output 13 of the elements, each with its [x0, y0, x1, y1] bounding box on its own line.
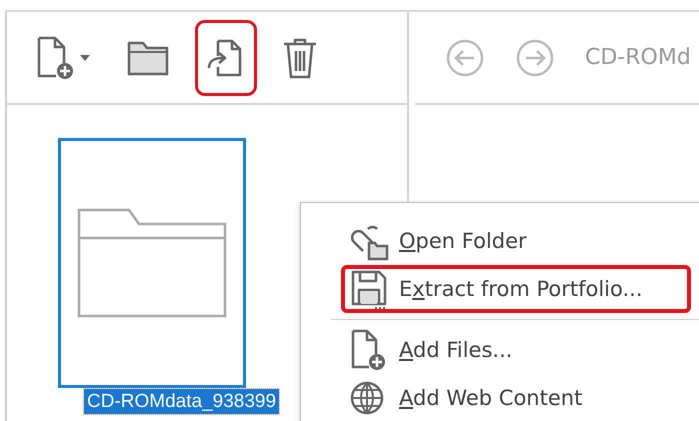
save-icon [349, 268, 389, 310]
highlighted-toolbar-button[interactable] [195, 20, 257, 96]
folder-icon [77, 208, 227, 318]
menu-item[interactable]: Open Folder [341, 217, 691, 265]
trash-icon [282, 36, 318, 78]
file-name-label[interactable]: CD-ROMdata_938399 [84, 389, 280, 414]
menu-item[interactable]: Add Web Content [341, 374, 691, 421]
new-file-icon [36, 34, 76, 80]
caret-icon [80, 54, 90, 60]
breadcrumb-path: CD-ROMd [585, 45, 691, 70]
menu-item[interactable]: Extract from Portfolio... [341, 265, 691, 313]
folder-thumbnail[interactable] [58, 138, 246, 388]
menu-item[interactable]: Add Files... [341, 326, 691, 374]
